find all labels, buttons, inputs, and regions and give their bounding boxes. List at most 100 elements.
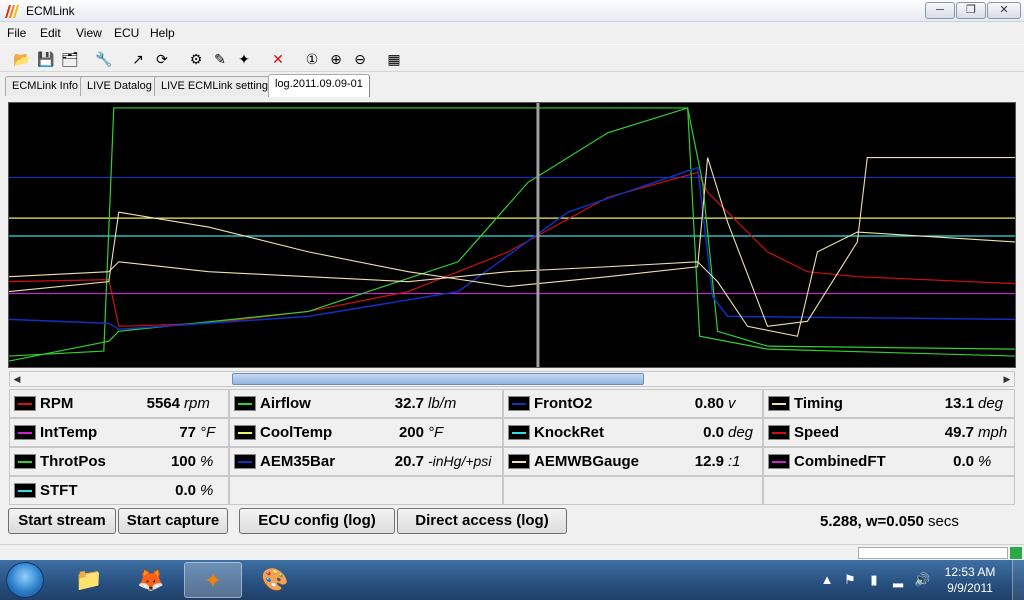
battery-icon[interactable]: ▮ <box>867 572 881 588</box>
gauge-airflow[interactable]: Airflow 32.7 lb/m <box>229 389 503 418</box>
gauge-empty <box>763 476 1015 505</box>
grid-icon[interactable]: ▦ <box>385 50 403 68</box>
datalog-graph[interactable] <box>8 102 1016 368</box>
menu-edit[interactable]: Edit <box>40 26 61 40</box>
export-icon[interactable]: ↗ <box>129 50 147 68</box>
toolbar: 📂 💾 🗂 🔧 ↗ ⟳ ⚙ ✎ ✦ ✕ ① ⊕ ⊖ ▦ <box>0 44 1024 72</box>
cursor-position-value: 5.288, w=0.050 <box>820 513 924 530</box>
start-stream-button[interactable]: Start stream <box>8 508 116 534</box>
inttemp-swatch <box>14 425 36 440</box>
gauge-unit: °F <box>200 424 216 441</box>
clock-date[interactable]: 9/9/2011 <box>940 581 1000 595</box>
scroll-thumb[interactable] <box>232 373 644 385</box>
volume-icon[interactable]: 🔊 <box>914 572 930 588</box>
menu-help[interactable]: Help <box>150 26 175 40</box>
gauge-unit: % <box>978 453 992 470</box>
gauge-rpm[interactable]: RPM 5564 rpm <box>9 389 229 418</box>
paint-icon[interactable]: 🎨 <box>246 562 304 598</box>
tools-icon[interactable]: 🔧 <box>95 50 113 68</box>
gauge-label: KnockRet <box>534 424 605 441</box>
zoom-out-icon[interactable]: ⊖ <box>351 50 369 68</box>
throtpos-swatch <box>14 454 36 469</box>
gauge-value: 77 <box>179 424 196 441</box>
gauge-unit: :1 <box>728 453 741 470</box>
map-edit-icon[interactable]: ✎ <box>211 50 229 68</box>
open-folder-icon[interactable]: 📂 <box>13 50 31 68</box>
menu-ecu[interactable]: ECU <box>114 26 139 40</box>
tab-log-file[interactable]: log.2011.09.09-01 <box>268 74 370 97</box>
gauge-inttemp[interactable]: IntTemp 77 °F <box>9 418 229 447</box>
gauge-aemwbgauge[interactable]: AEMWBGauge 12.9 :1 <box>503 447 763 476</box>
gauge-throtpos[interactable]: ThrotPos 100 % <box>9 447 229 476</box>
gauge-value: 0.80 <box>694 395 724 412</box>
explorer-icon[interactable]: 📁 <box>60 562 118 598</box>
action-center-flag-icon[interactable]: ⚑ <box>843 572 857 588</box>
network-signal-icon[interactable]: ▂ <box>891 572 905 588</box>
trace-aemwb <box>9 231 1015 337</box>
ecmlink-icon[interactable]: ✦ <box>184 562 242 598</box>
ecmlink-window: ECMLink ─ ❐ ✕ File Edit View ECU Help 📂 … <box>0 0 1024 560</box>
gauge-label: Timing <box>794 395 843 412</box>
start-button[interactable] <box>6 562 44 598</box>
delete-icon[interactable]: ✕ <box>269 50 287 68</box>
gauge-unit: deg <box>978 395 1004 412</box>
show-hidden-icons-icon[interactable]: ▲ <box>820 572 834 588</box>
gauge-label: ThrotPos <box>40 453 106 470</box>
knockret-swatch <box>508 425 530 440</box>
tab-live-ecmlink-settings[interactable]: LIVE ECMLink settings <box>154 76 281 96</box>
gauge-knockret[interactable]: KnockRet 0.0 deg <box>503 418 763 447</box>
tab-ecmlink-info[interactable]: ECMLink Info <box>5 76 86 96</box>
gauge-label: AEM35Bar <box>260 453 336 470</box>
clock-time[interactable]: 12:53 AM <box>940 565 1000 579</box>
save-icon[interactable]: 💾 <box>37 50 55 68</box>
trace-rpm <box>9 166 1015 331</box>
settings-icon[interactable]: ⚙ <box>187 50 205 68</box>
gauge-unit: °F <box>428 424 444 441</box>
aem35bar-swatch <box>234 454 256 469</box>
graph-scrollbar[interactable]: ◀ ▶ <box>9 371 1015 387</box>
menu-view[interactable]: View <box>76 26 102 40</box>
gauge-combinedft[interactable]: CombinedFT 0.0 % <box>763 447 1015 476</box>
gauge-label: IntTemp <box>40 424 98 441</box>
zoom-in-icon[interactable]: ⊕ <box>327 50 345 68</box>
refresh-icon[interactable]: ⟳ <box>153 50 171 68</box>
gauge-label: CombinedFT <box>794 453 886 470</box>
close-button[interactable]: ✕ <box>987 2 1021 19</box>
tab-strip: ECMLink Info LIVE Datalog LIVE ECMLink s… <box>0 74 1024 97</box>
ecu-config-button[interactable]: ECU config (log) <box>239 508 395 534</box>
cursor-position-unit: secs <box>928 513 959 530</box>
gauge-value: 20.7 <box>394 453 424 470</box>
scroll-right-arrow-icon[interactable]: ▶ <box>1000 372 1014 386</box>
gauge-value: 100 <box>170 453 196 470</box>
gauge-value: 0.0 <box>703 424 724 441</box>
gauge-timing[interactable]: Timing 13.1 deg <box>763 389 1015 418</box>
cooltemp-swatch <box>234 425 256 440</box>
tab-live-datalog[interactable]: LIVE Datalog <box>80 76 159 96</box>
ecmlink-logo-icon <box>5 5 19 18</box>
gauge-speed[interactable]: Speed 49.7 mph <box>763 418 1015 447</box>
scroll-left-arrow-icon[interactable]: ◀ <box>10 372 24 386</box>
maximize-button[interactable]: ❐ <box>956 2 986 19</box>
timing-swatch <box>768 396 790 411</box>
direct-access-button[interactable]: Direct access (log) <box>397 508 567 534</box>
resize-grip-icon[interactable] <box>1010 547 1022 559</box>
start-capture-button[interactable]: Start capture <box>118 508 228 534</box>
airflow-swatch <box>234 396 256 411</box>
gauge-label: Airflow <box>260 395 311 412</box>
fronto2-swatch <box>508 396 530 411</box>
gauge-stft[interactable]: STFT 0.0 % <box>9 476 229 505</box>
gauge-unit: -inHg/+psi <box>428 453 492 469</box>
firefox-icon[interactable]: 🦊 <box>122 562 180 598</box>
gauge-fronto2[interactable]: FrontO2 0.80 v <box>503 389 763 418</box>
zoom-reset-icon[interactable]: ① <box>303 50 321 68</box>
wand-icon[interactable]: ✦ <box>235 50 253 68</box>
show-desktop-button[interactable] <box>1012 560 1024 600</box>
gauge-cooltemp[interactable]: CoolTemp 200 °F <box>229 418 503 447</box>
trace-airflow <box>9 107 1015 362</box>
menu-file[interactable]: File <box>7 26 26 40</box>
minimize-button[interactable]: ─ <box>925 2 955 19</box>
save-all-icon[interactable]: 🗂 <box>61 50 79 68</box>
gauge-aem35bar[interactable]: AEM35Bar 20.7 -inHg/+psi <box>229 447 503 476</box>
gauge-value: 200 <box>398 424 424 441</box>
trace-speed <box>9 171 1015 327</box>
